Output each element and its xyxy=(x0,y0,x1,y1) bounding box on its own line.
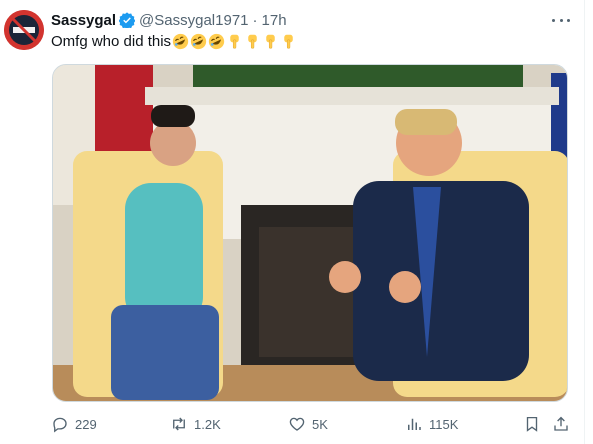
share-button[interactable] xyxy=(552,414,570,434)
repost-count: 1.2K xyxy=(194,416,221,432)
views-button[interactable]: 115K xyxy=(405,414,458,434)
handle[interactable]: @Sassygal1971 xyxy=(139,12,248,29)
laughing-emoji-icon xyxy=(208,33,225,50)
tweet-text: Omfg who did this xyxy=(51,31,297,51)
display-name[interactable]: Sassygal xyxy=(51,12,116,29)
tweet-header: Sassygal @Sassygal1971 · 17h xyxy=(51,11,287,29)
column-border xyxy=(584,0,585,444)
laughing-emoji-icon xyxy=(172,33,189,50)
pointing-down-emoji-icon xyxy=(280,33,297,50)
bookmark-icon xyxy=(526,416,538,432)
separator: · xyxy=(252,11,258,29)
pointing-down-emoji-icon xyxy=(226,33,243,50)
tweet-photo[interactable] xyxy=(52,64,568,402)
repost-icon xyxy=(173,417,185,431)
like-button[interactable]: 5K xyxy=(288,414,328,434)
view-count: 115K xyxy=(429,416,459,432)
action-bar: 229 1.2K 5K 115K xyxy=(51,414,571,434)
reply-icon xyxy=(53,417,67,433)
reply-count: 229 xyxy=(75,416,97,432)
bookmark-button[interactable] xyxy=(523,414,541,434)
share-icon xyxy=(554,416,568,431)
pointing-down-emoji-icon xyxy=(244,33,261,50)
tweet-body: Omfg who did this xyxy=(51,32,172,50)
avatar[interactable] xyxy=(4,10,44,50)
more-icon[interactable] xyxy=(552,13,570,27)
verified-badge-icon xyxy=(119,12,136,28)
pointing-down-emoji-icon xyxy=(262,33,279,50)
views-icon xyxy=(408,418,421,430)
reply-button[interactable]: 229 xyxy=(51,414,97,434)
like-icon xyxy=(289,417,305,431)
like-count: 5K xyxy=(312,416,328,432)
repost-button[interactable]: 1.2K xyxy=(170,414,221,434)
timestamp[interactable]: 17h xyxy=(262,12,287,29)
laughing-emoji-icon xyxy=(190,33,207,50)
photo-illustration xyxy=(53,65,567,401)
